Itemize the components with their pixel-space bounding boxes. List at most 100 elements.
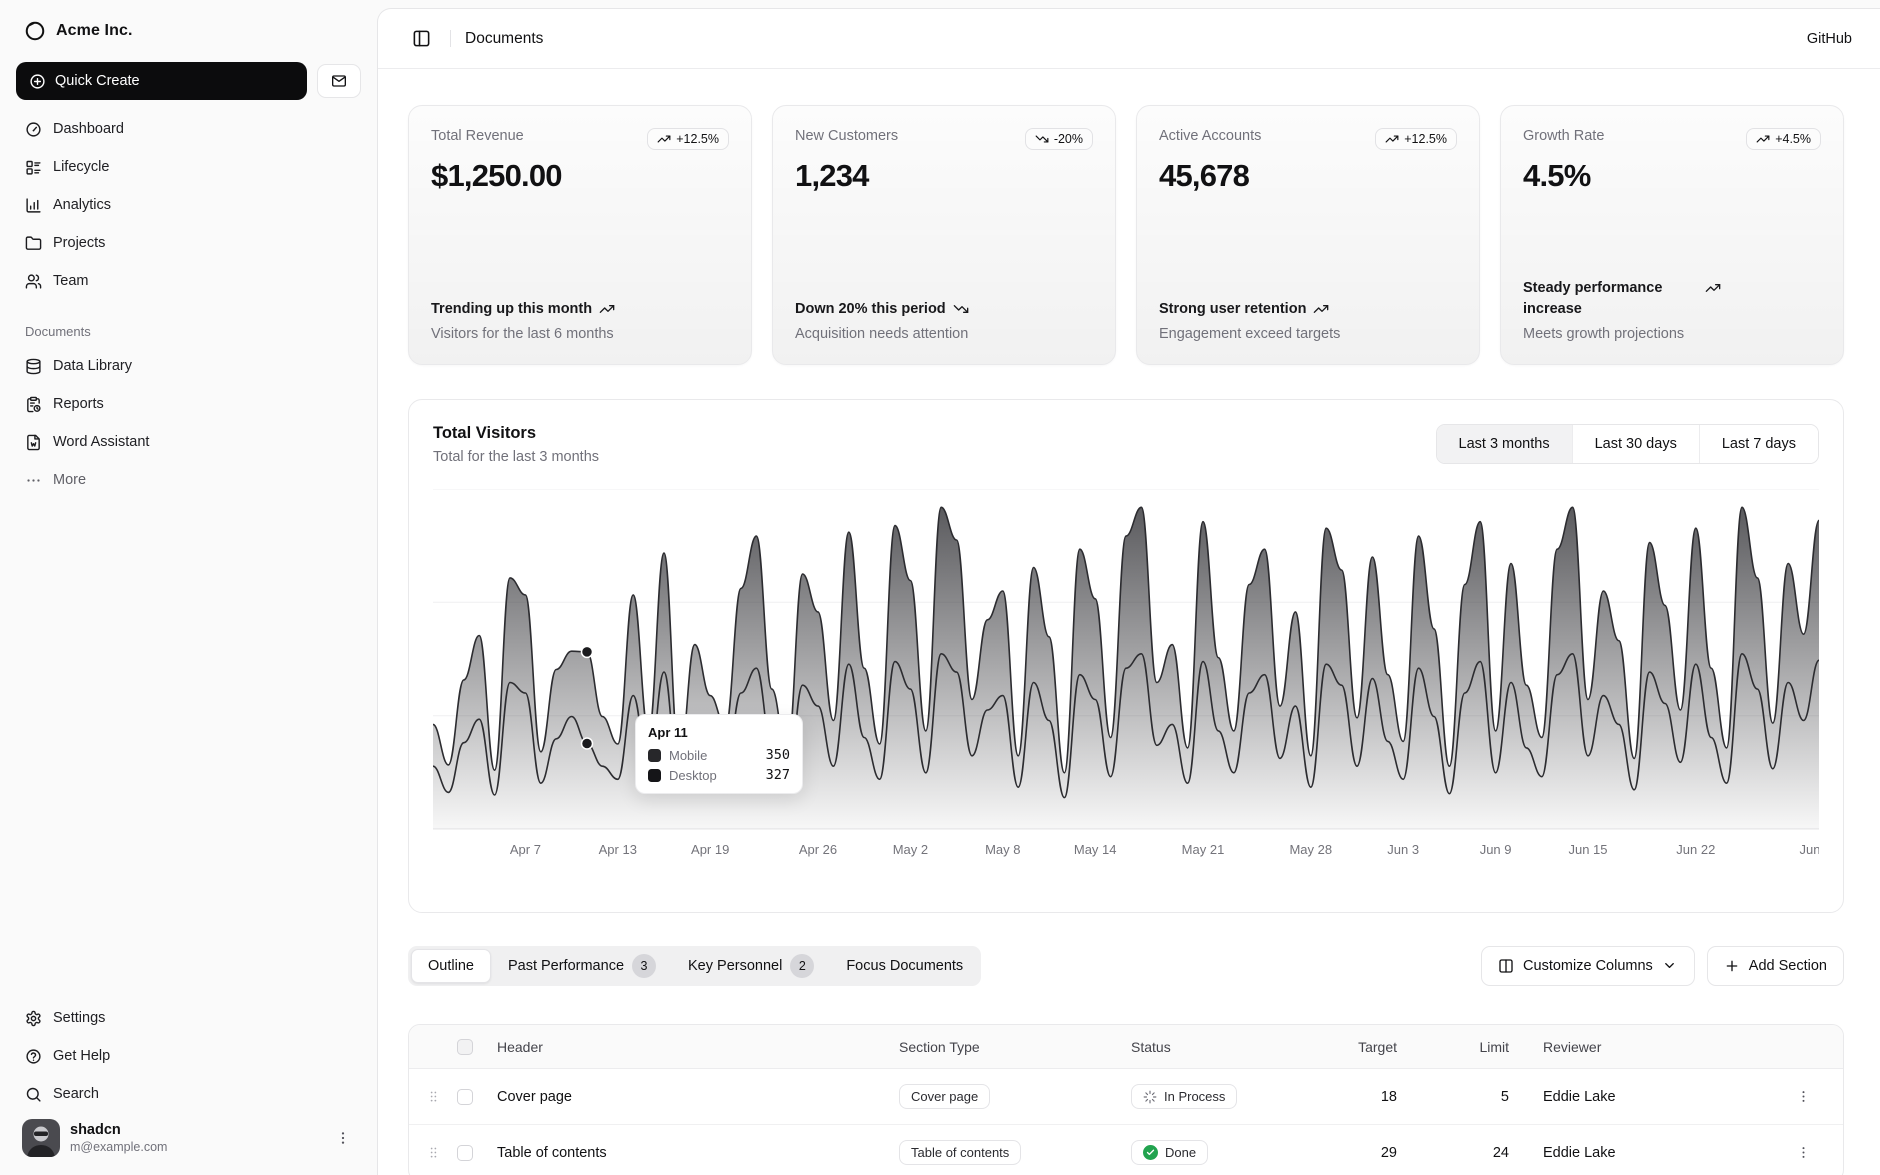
status-badge: In Process: [1131, 1084, 1237, 1109]
sidebar-item-dashboard[interactable]: Dashboard: [16, 110, 361, 148]
tab-past-performance[interactable]: Past Performance3: [493, 949, 671, 983]
reviewer-cell: Eddie Lake: [1543, 1145, 1791, 1161]
card-value: 1,234: [795, 158, 1093, 194]
col-header: Header: [497, 1039, 899, 1055]
range-last-3-months[interactable]: Last 3 months: [1437, 425, 1572, 463]
section-type-badge: Cover page: [899, 1084, 990, 1109]
card-footnote: Trending up this month: [431, 299, 592, 320]
topbar: Documents GitHub: [378, 9, 1880, 69]
documents-tabs-row: Outline Past Performance3 Key Personnel2…: [408, 946, 1844, 986]
limit-cell: 5: [1501, 1089, 1543, 1105]
database-icon: [25, 358, 42, 375]
user-email: m@example.com: [70, 1140, 321, 1154]
desktop-series-swatch: [648, 769, 661, 782]
main-content: Total Revenue +12.5% $1,250.00 Trending …: [378, 69, 1880, 1175]
svg-text:May 28: May 28: [1289, 842, 1332, 857]
sidebar-item-get-help[interactable]: Get Help: [16, 1037, 361, 1075]
stat-card-growth-rate: Growth Rate +4.5% 4.5% Steady performanc…: [1500, 105, 1844, 365]
area-chart[interactable]: Apr 7Apr 13Apr 19Apr 26May 2May 8May 14M…: [433, 489, 1819, 863]
card-footnote: Strong user retention: [1159, 299, 1306, 320]
svg-text:Apr 19: Apr 19: [691, 842, 729, 857]
stat-card-total-revenue: Total Revenue +12.5% $1,250.00 Trending …: [408, 105, 752, 365]
quick-create-row: Quick Create: [16, 62, 361, 100]
chart-tooltip: Apr 11 Mobile 350 Desktop 327: [635, 714, 803, 794]
github-link[interactable]: GitHub: [1807, 31, 1852, 47]
sidebar-item-projects[interactable]: Projects: [16, 224, 361, 262]
columns-icon: [1498, 958, 1514, 974]
row-checkbox[interactable]: [457, 1089, 473, 1105]
nav-label: Reports: [53, 396, 104, 412]
chart-subtitle: Total for the last 3 months: [433, 449, 599, 465]
svg-text:Jun 15: Jun 15: [1568, 842, 1607, 857]
brand[interactable]: Acme Inc.: [16, 14, 361, 48]
panel-left-icon: [412, 29, 431, 48]
sidebar-main-nav: Dashboard Lifecycle Analytics Projects T…: [16, 110, 361, 300]
user-menu-kebab-button[interactable]: [331, 1126, 355, 1150]
sidebar-item-settings[interactable]: Settings: [16, 999, 361, 1037]
tooltip-series-name: Mobile: [669, 748, 707, 763]
limit-cell: 24: [1493, 1145, 1543, 1161]
row-kebab-button[interactable]: [1791, 1141, 1815, 1165]
sidebar-item-data-library[interactable]: Data Library: [16, 347, 361, 385]
svg-text:May 2: May 2: [893, 842, 928, 857]
status-badge: Done: [1131, 1140, 1208, 1165]
add-section-button[interactable]: Add Section: [1707, 946, 1844, 986]
sidebar-item-team[interactable]: Team: [16, 262, 361, 300]
sidebar-toggle-button[interactable]: [406, 24, 436, 54]
folder-icon: [25, 235, 42, 252]
stat-card-new-customers: New Customers -20% 1,234 Down 20% this p…: [772, 105, 1116, 365]
row-header-cell: Table of contents: [497, 1145, 899, 1161]
drag-handle-icon[interactable]: [426, 1089, 441, 1104]
sidebar-item-analytics[interactable]: Analytics: [16, 186, 361, 224]
trending-down-icon: [953, 301, 969, 317]
trending-down-icon: [1035, 132, 1049, 146]
card-subnote: Engagement exceed targets: [1159, 326, 1457, 342]
range-last-30-days[interactable]: Last 30 days: [1572, 425, 1699, 463]
table-row[interactable]: Cover page Cover page In Process 18 5 Ed…: [409, 1069, 1843, 1125]
gear-icon: [25, 1010, 42, 1027]
range-last-7-days[interactable]: Last 7 days: [1699, 425, 1818, 463]
target-cell: 29: [1381, 1145, 1431, 1161]
nav-label: Word Assistant: [53, 434, 149, 450]
card-value: 45,678: [1159, 158, 1457, 194]
row-checkbox[interactable]: [457, 1145, 473, 1161]
tab-outline[interactable]: Outline: [411, 949, 491, 983]
svg-text:Apr 7: Apr 7: [510, 842, 541, 857]
sidebar-item-search[interactable]: Search: [16, 1075, 361, 1113]
user-menu[interactable]: shadcn m@example.com: [16, 1113, 361, 1157]
mail-icon: [331, 73, 347, 89]
select-all-checkbox[interactable]: [457, 1039, 473, 1055]
card-footnote: Down 20% this period: [795, 299, 946, 320]
user-meta: shadcn m@example.com: [70, 1122, 321, 1154]
stat-cards: Total Revenue +12.5% $1,250.00 Trending …: [408, 105, 1844, 365]
sections-table: Header Section Type Status Target Limit …: [408, 1024, 1844, 1175]
card-title: New Customers: [795, 128, 898, 144]
tab-count-badge: 3: [632, 954, 656, 978]
quick-create-button[interactable]: Quick Create: [16, 62, 307, 100]
table-row[interactable]: Table of contents Table of contents Done…: [409, 1125, 1843, 1175]
stat-card-active-accounts: Active Accounts +12.5% 45,678 Strong use…: [1136, 105, 1480, 365]
col-limit: Limit: [1479, 1039, 1543, 1055]
card-value: 4.5%: [1523, 158, 1821, 194]
trending-up-icon: [1313, 301, 1329, 317]
drag-handle-icon[interactable]: [426, 1145, 441, 1160]
sidebar-item-lifecycle[interactable]: Lifecycle: [16, 148, 361, 186]
inbox-mail-button[interactable]: [317, 64, 361, 98]
nav-label: Lifecycle: [53, 159, 109, 175]
sidebar-item-word-assistant[interactable]: Word Assistant: [16, 423, 361, 461]
clipboard-clock-icon: [25, 396, 42, 413]
card-subnote: Acquisition needs attention: [795, 326, 1093, 342]
svg-text:Jun 22: Jun 22: [1676, 842, 1715, 857]
ellipsis-icon: [25, 472, 42, 489]
svg-text:May 21: May 21: [1182, 842, 1225, 857]
sidebar-item-reports[interactable]: Reports: [16, 385, 361, 423]
app-root: Acme Inc. Quick Create Dashboard: [0, 0, 1880, 1175]
tab-key-personnel[interactable]: Key Personnel2: [673, 949, 829, 983]
nav-label: Settings: [53, 1010, 105, 1026]
row-kebab-button[interactable]: [1791, 1085, 1815, 1109]
customize-columns-button[interactable]: Customize Columns: [1481, 946, 1695, 986]
tab-focus-documents[interactable]: Focus Documents: [831, 949, 978, 983]
table-header-row: Header Section Type Status Target Limit …: [409, 1025, 1843, 1069]
avatar: [22, 1119, 60, 1157]
sidebar-item-more[interactable]: More: [16, 461, 361, 499]
